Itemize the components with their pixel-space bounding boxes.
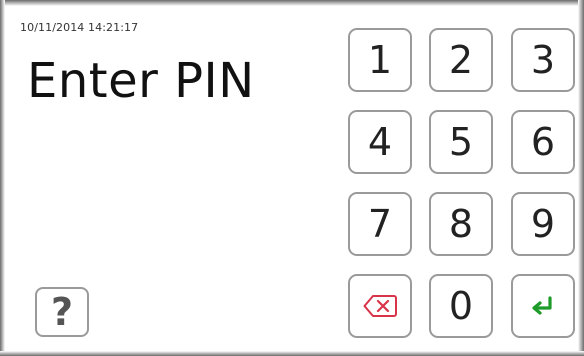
keypad-key-label: 6 — [530, 120, 556, 164]
enter-icon — [532, 296, 552, 315]
keypad-key-8[interactable]: 8 — [429, 192, 493, 256]
enter-button[interactable] — [511, 274, 575, 338]
keypad-key-5[interactable]: 5 — [429, 110, 493, 174]
keypad-key-label: 2 — [448, 38, 474, 82]
keypad-key-0[interactable]: 0 — [429, 274, 493, 338]
keypad-key-label: 5 — [448, 120, 474, 164]
keypad-key-6[interactable]: 6 — [511, 110, 575, 174]
keypad-key-4[interactable]: 4 — [348, 110, 412, 174]
keypad-key-label: 8 — [448, 202, 474, 246]
keypad-key-label: 0 — [448, 284, 474, 328]
frame-edge-right — [578, 0, 584, 356]
pin-entry-screen: 10/11/2014 14:21:17 Enter PIN 1 2 3 4 5 … — [0, 0, 584, 356]
help-button[interactable]: ? — [35, 287, 89, 337]
frame-edge-bottom — [0, 351, 584, 356]
backspace-icon — [363, 295, 397, 317]
keypad-key-3[interactable]: 3 — [511, 28, 575, 92]
keypad-key-1[interactable]: 1 — [348, 28, 412, 92]
frame-edge-top — [0, 0, 584, 6]
frame-edge-left — [0, 0, 5, 356]
keypad-key-label: 1 — [367, 38, 393, 82]
help-icon: ? — [50, 290, 74, 334]
keypad-key-label: 9 — [530, 202, 556, 246]
backspace-button[interactable] — [348, 274, 412, 338]
keypad-key-9[interactable]: 9 — [511, 192, 575, 256]
keypad-key-2[interactable]: 2 — [429, 28, 493, 92]
page-title: Enter PIN — [27, 53, 255, 109]
keypad-key-label: 3 — [530, 38, 556, 82]
keypad-key-label: 4 — [367, 120, 393, 164]
timestamp: 10/11/2014 14:21:17 — [20, 21, 139, 34]
keypad-key-label: 7 — [367, 202, 393, 246]
keypad-key-7[interactable]: 7 — [348, 192, 412, 256]
